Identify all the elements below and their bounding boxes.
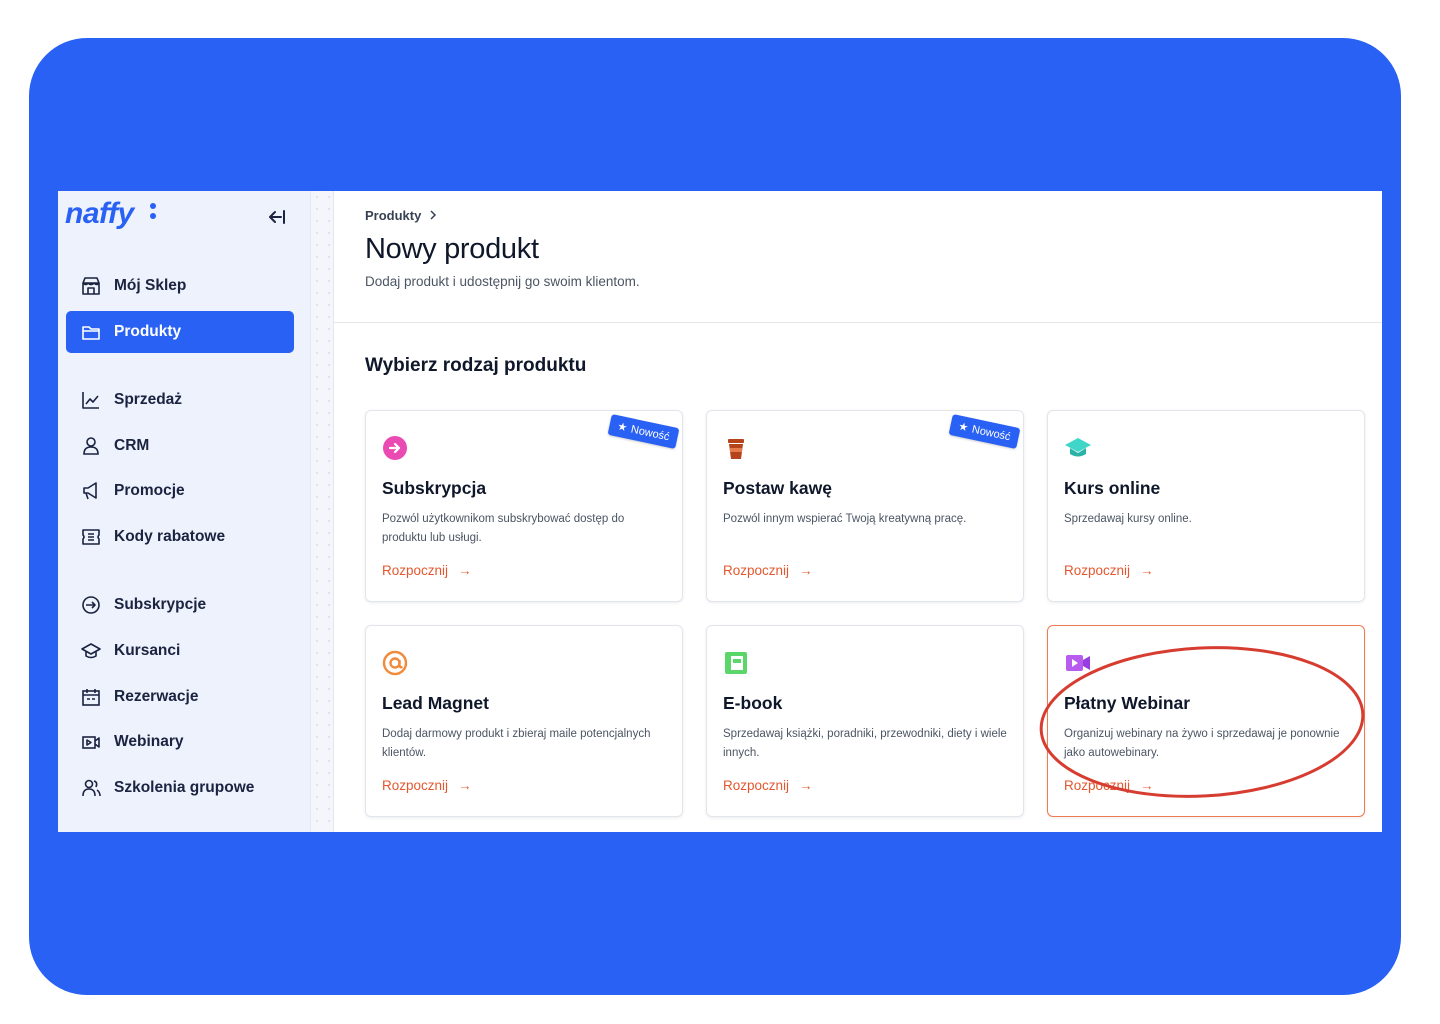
logo-dots-icon xyxy=(150,203,158,227)
card-description: Pozwól innym wspierać Twoją kreatywną pr… xyxy=(723,513,967,525)
sidebar-item-label: Sprzedaż xyxy=(114,391,183,408)
sidebar-item-label: Mój Sklep xyxy=(114,277,187,294)
new-badge: ★ Nowość xyxy=(607,414,680,449)
product-card-e-book[interactable]: E-book Sprzedawaj książki, poradniki, pr… xyxy=(706,625,1024,817)
start-link[interactable]: Rozpocznij → xyxy=(382,778,472,793)
start-link[interactable]: Rozpocznij → xyxy=(1064,778,1154,793)
section-title: Wybierz rodzaj produktu xyxy=(365,355,587,376)
star-icon: ★ xyxy=(957,420,970,435)
calendar-icon xyxy=(80,686,102,708)
start-link-label: Rozpocznij xyxy=(723,563,790,578)
graduation-cap-icon xyxy=(80,640,102,662)
card-description: Pozwól użytkownikom subskrybować dostęp … xyxy=(382,513,625,544)
card-title: E-book xyxy=(723,693,783,713)
sidebar-item-promocje[interactable]: Promocje xyxy=(66,470,294,512)
coffee-cup-icon xyxy=(723,435,749,461)
card-description: Organizuj webinary na żywo i sprzedawaj … xyxy=(1064,728,1340,759)
breadcrumb-link[interactable]: Produkty xyxy=(365,208,421,223)
subscription-arrow-icon xyxy=(382,435,408,461)
product-card-platny-webinar[interactable]: Płatny Webinar Organizuj webinary na żyw… xyxy=(1047,625,1365,817)
sidebar-item-kursanci[interactable]: Kursanci xyxy=(66,630,294,672)
new-badge: ★ Nowość xyxy=(948,414,1021,449)
folder-icon xyxy=(80,321,102,343)
sidebar: naffy Mój Sklep Produkty Sprzedaż CRM Pr… xyxy=(58,191,310,832)
sidebar-item-label: Subskrypcje xyxy=(114,596,207,613)
sidebar-item-label: Kursanci xyxy=(114,642,181,659)
card-description: Sprzedawaj książki, poradniki, przewodni… xyxy=(723,728,1007,759)
megaphone-icon xyxy=(80,480,102,502)
video-icon xyxy=(80,731,102,753)
arrow-right-icon: → xyxy=(1140,778,1154,793)
product-card-kurs-online[interactable]: Kurs online Sprzedawaj kursy online. Roz… xyxy=(1047,410,1365,602)
at-sign-icon xyxy=(382,650,408,676)
product-card-subskrypcja[interactable]: ★ Nowość Subskrypcja Pozwól użytkownikom… xyxy=(365,410,683,602)
page-title: Nowy produkt xyxy=(365,233,539,265)
start-link-label: Rozpocznij xyxy=(1064,563,1131,578)
sidebar-item-label: Kody rabatowe xyxy=(114,528,226,545)
users-icon xyxy=(80,777,102,799)
user-icon xyxy=(80,435,102,457)
start-link-label: Rozpocznij xyxy=(382,563,449,578)
ticket-icon xyxy=(80,526,102,548)
sidebar-item-produkty[interactable]: Produkty xyxy=(66,311,294,353)
badge-label: Nowość xyxy=(629,423,671,443)
start-link-label: Rozpocznij xyxy=(1064,778,1131,793)
arrow-right-icon: → xyxy=(458,563,472,578)
start-link-label: Rozpocznij xyxy=(723,778,790,793)
start-link[interactable]: Rozpocznij → xyxy=(382,563,472,578)
badge-label: Nowość xyxy=(970,423,1012,443)
arrow-right-icon: → xyxy=(1140,563,1154,578)
sidebar-item-subskrypcje[interactable]: Subskrypcje xyxy=(66,584,294,626)
video-camera-icon xyxy=(1064,650,1090,676)
arrow-right-icon: → xyxy=(458,778,472,793)
sidebar-item-label: Szkolenia grupowe xyxy=(114,779,255,796)
book-icon xyxy=(723,650,749,676)
page-subtitle: Dodaj produkt i udostępnij go swoim klie… xyxy=(365,274,640,289)
sidebar-item-label: Produkty xyxy=(114,323,182,340)
chart-line-icon xyxy=(80,389,102,411)
sidebar-item-sprzedaz[interactable]: Sprzedaż xyxy=(66,379,294,421)
product-card-lead-magnet[interactable]: Lead Magnet Dodaj darmowy produkt i zbie… xyxy=(365,625,683,817)
sidebar-divider xyxy=(310,191,334,832)
card-title: Płatny Webinar xyxy=(1064,693,1191,713)
sidebar-item-label: Webinary xyxy=(114,733,184,750)
logo: naffy xyxy=(65,197,134,230)
card-title: Subskrypcja xyxy=(382,478,487,498)
arrow-right-icon: → xyxy=(799,778,813,793)
sidebar-item-kody-rabatowe[interactable]: Kody rabatowe xyxy=(66,516,294,558)
graduation-cap-icon xyxy=(1064,435,1091,461)
sidebar-item-crm[interactable]: CRM xyxy=(66,425,294,467)
card-description: Dodaj darmowy produkt i zbieraj maile po… xyxy=(382,728,651,759)
arrow-right-icon: → xyxy=(799,563,813,578)
start-link[interactable]: Rozpocznij → xyxy=(1064,563,1154,578)
start-link[interactable]: Rozpocznij → xyxy=(723,563,813,578)
sidebar-item-label: CRM xyxy=(114,437,150,454)
breadcrumb: Produkty xyxy=(365,208,437,223)
app-window: naffy Mój Sklep Produkty Sprzedaż CRM Pr… xyxy=(58,191,1382,832)
page-header: Produkty Nowy produkt Dodaj produkt i ud… xyxy=(334,191,1382,323)
subscription-icon xyxy=(80,594,102,616)
collapse-left-icon[interactable] xyxy=(264,205,288,229)
card-title: Kurs online xyxy=(1064,478,1161,498)
chevron-right-icon xyxy=(429,208,437,223)
star-icon: ★ xyxy=(616,420,629,435)
sidebar-item-szkolenia-grupowe[interactable]: Szkolenia grupowe xyxy=(66,767,294,809)
card-description: Sprzedawaj kursy online. xyxy=(1064,513,1192,525)
card-title: Postaw kawę xyxy=(723,478,832,498)
sidebar-item-rezerwacje[interactable]: Rezerwacje xyxy=(66,676,294,718)
sidebar-item-webinary[interactable]: Webinary xyxy=(66,721,294,763)
store-icon xyxy=(80,275,102,297)
sidebar-item-label: Rezerwacje xyxy=(114,688,199,705)
sidebar-item-label: Promocje xyxy=(114,482,185,499)
card-title: Lead Magnet xyxy=(382,693,489,713)
main-content: Produkty Nowy produkt Dodaj produkt i ud… xyxy=(334,191,1382,832)
sidebar-item-moj-sklep[interactable]: Mój Sklep xyxy=(66,265,294,307)
start-link[interactable]: Rozpocznij → xyxy=(723,778,813,793)
start-link-label: Rozpocznij xyxy=(382,778,449,793)
product-card-postaw-kawe[interactable]: ★ Nowość Postaw kawę Pozwól innym wspier… xyxy=(706,410,1024,602)
